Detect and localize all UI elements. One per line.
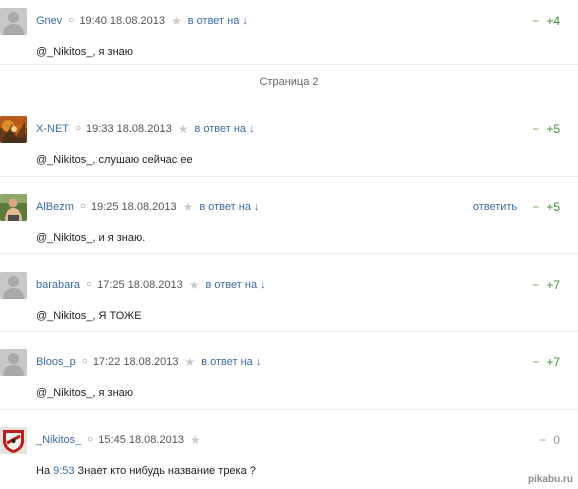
- vote-up-rating[interactable]: +5: [546, 200, 560, 214]
- reply-to-link[interactable]: в ответ на ↓: [194, 122, 254, 136]
- vote-down-button[interactable]: −: [532, 200, 539, 214]
- status-dot-icon: ○: [87, 434, 94, 445]
- comments-page: Gnev ○ 19:40 18.08.2013 ★ в ответ на ↓ − +4 …: [0, 0, 578, 489]
- comment-timestamp[interactable]: 19:33 18.08.2013: [86, 122, 172, 136]
- star-icon[interactable]: ★: [184, 355, 195, 369]
- star-icon[interactable]: ★: [171, 14, 182, 28]
- comment-text: @_Nikitos_, слушаю сейчас ее: [36, 154, 193, 166]
- comment-text: @_Nikitos_, и я знаю.: [36, 232, 146, 244]
- status-dot-icon: ○: [81, 356, 88, 367]
- comment-text: @_Nikitos_, Я ТОЖЕ: [36, 310, 142, 322]
- user-avatar-icon[interactable]: [0, 8, 27, 35]
- star-icon[interactable]: ★: [189, 278, 200, 292]
- divider: [0, 64, 578, 65]
- vote-up-rating[interactable]: +7: [546, 278, 560, 292]
- page-separator: Страница 2: [259, 76, 319, 88]
- user-avatar-icon[interactable]: [0, 194, 27, 221]
- status-dot-icon: ○: [75, 123, 82, 134]
- vote-down-button[interactable]: −: [532, 355, 539, 369]
- reply-to-link[interactable]: в ответ на ↓: [206, 278, 266, 292]
- site-watermark: pikabu.ru: [527, 474, 573, 485]
- comment-text-suffix: Знает кто нибудь название трека ?: [77, 465, 256, 477]
- vote-up-rating[interactable]: 0: [553, 433, 560, 447]
- comment-username[interactable]: Bloos_p: [36, 355, 76, 369]
- vote-down-button[interactable]: −: [532, 122, 539, 136]
- vote-down-button[interactable]: −: [539, 433, 546, 447]
- reply-button[interactable]: ответить: [473, 200, 517, 214]
- vote-down-button[interactable]: −: [532, 14, 539, 28]
- comment-text: @_Nikitos_, я знаю: [36, 46, 134, 58]
- divider: [0, 331, 578, 332]
- divider: [0, 409, 578, 410]
- reply-to-link[interactable]: в ответ на ↓: [199, 200, 259, 214]
- status-dot-icon: ○: [79, 201, 86, 212]
- comment-username[interactable]: _Nikitos_: [36, 433, 81, 447]
- reply-to-link[interactable]: в ответ на ↓: [201, 355, 261, 369]
- comment-text: На 9:53 Знает кто нибудь название трека …: [36, 464, 256, 478]
- vote-up-rating[interactable]: +5: [546, 122, 560, 136]
- user-avatar-icon[interactable]: [0, 349, 27, 376]
- comment-text-prefix: На: [36, 465, 51, 477]
- user-avatar-icon[interactable]: [0, 427, 27, 454]
- comment-username[interactable]: AlBezm: [36, 200, 74, 214]
- status-dot-icon: ○: [68, 15, 75, 26]
- status-dot-icon: ○: [86, 279, 93, 290]
- comment-username[interactable]: Gnev: [36, 14, 62, 28]
- star-icon[interactable]: ★: [190, 433, 201, 447]
- comment-timestamp[interactable]: 19:40 18.08.2013: [79, 14, 165, 28]
- comment-text: @_Nikitos_, я знаю: [36, 387, 134, 399]
- vote-up-rating[interactable]: +7: [546, 355, 560, 369]
- star-icon[interactable]: ★: [178, 122, 189, 136]
- comment-username[interactable]: barabara: [36, 278, 80, 292]
- user-avatar-icon[interactable]: [0, 116, 27, 143]
- user-avatar-icon[interactable]: [0, 272, 27, 299]
- reply-to-link[interactable]: в ответ на ↓: [188, 14, 248, 28]
- comment-timestamp[interactable]: 19:25 18.08.2013: [91, 200, 177, 214]
- comment-timestamp[interactable]: 17:25 18.08.2013: [97, 278, 183, 292]
- vote-up-rating[interactable]: +4: [546, 14, 560, 28]
- vote-down-button[interactable]: −: [532, 278, 539, 292]
- divider: [0, 253, 578, 254]
- comment-username[interactable]: X-NET: [36, 122, 69, 136]
- comment-timestamp[interactable]: 15:45 18.08.2013: [98, 433, 184, 447]
- comment-timestamp[interactable]: 17:22 18.08.2013: [93, 355, 179, 369]
- divider: [0, 176, 578, 177]
- track-time-link[interactable]: 9:53: [53, 465, 74, 477]
- star-icon[interactable]: ★: [183, 200, 194, 214]
